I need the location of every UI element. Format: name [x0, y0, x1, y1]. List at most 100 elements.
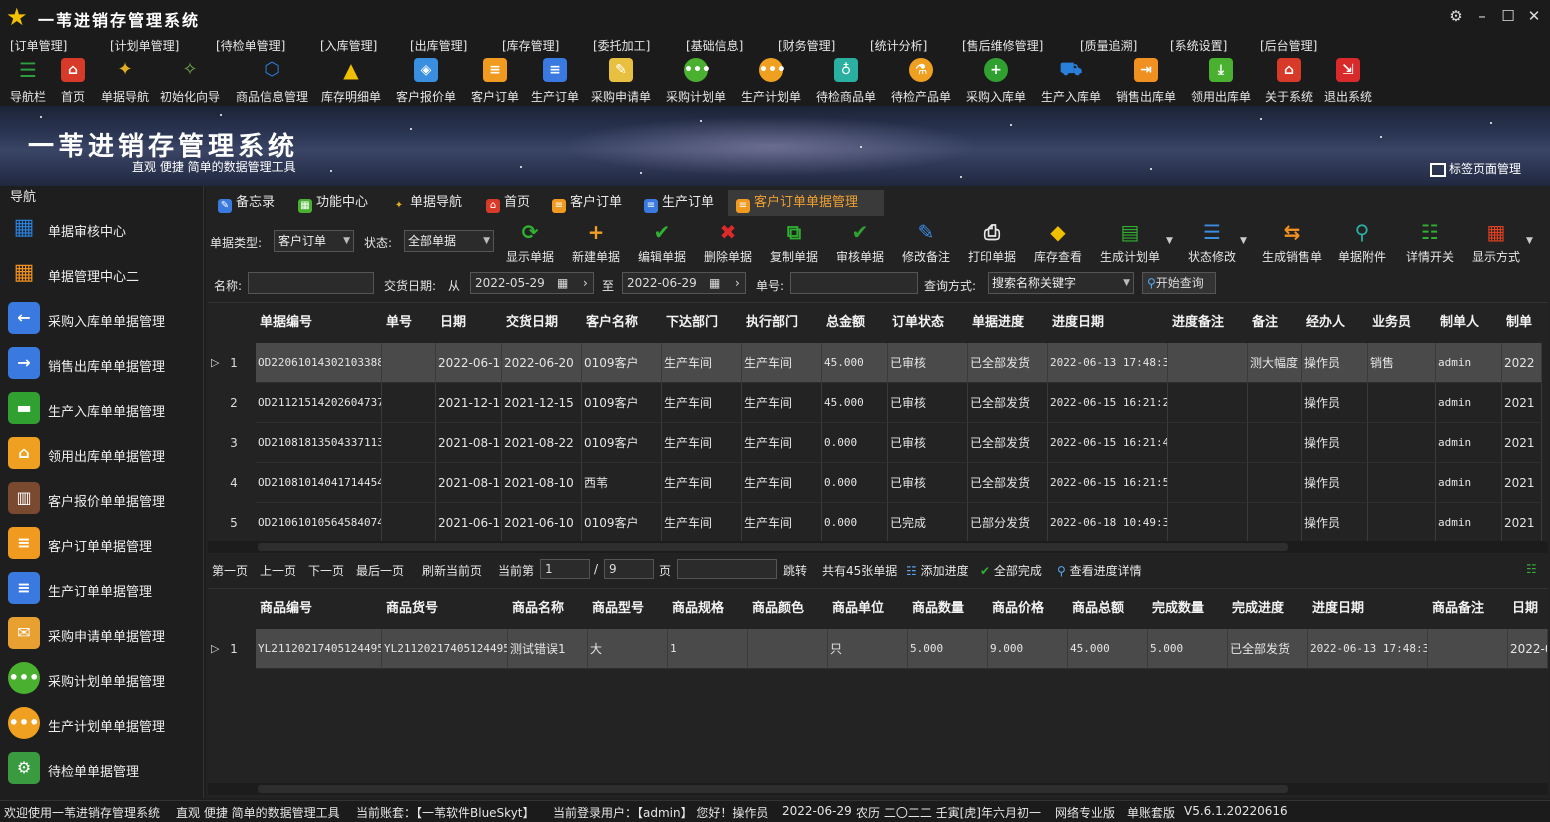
column-header[interactable]: 商品名称: [508, 589, 588, 629]
sidebar-item-sales-outbound[interactable]: → 销售出库单单据管理: [8, 343, 198, 383]
menu-finance[interactable]: [财务管理]: [778, 37, 835, 54]
sidebar-item-customer-quote[interactable]: ▥ 客户报价单单据管理: [8, 478, 198, 518]
column-header[interactable]: 业务员: [1368, 303, 1436, 343]
sidebar-item-production-inbound[interactable]: ▬ 生产入库单单据管理: [8, 388, 198, 428]
column-header[interactable]: 商品总额: [1068, 589, 1148, 629]
prev-page-link[interactable]: 上一页: [260, 562, 296, 579]
calendar-icon[interactable]: ▦: [709, 273, 720, 293]
tool-customer-quote[interactable]: ◈ 客户报价单: [393, 58, 459, 104]
tool-production-inbound[interactable]: ⛟ 生产入库单: [1038, 58, 1104, 104]
sidebar-item-production-plan[interactable]: ••• 生产计划单单据管理: [8, 703, 198, 743]
to-date-input[interactable]: 2022-06-29 ▦ ›: [622, 272, 746, 294]
edit-note-button[interactable]: ✎ 修改备注: [900, 218, 952, 264]
menu-basic[interactable]: [基础信息]: [686, 37, 743, 54]
tool-purchase-inbound[interactable]: + 采购入库单: [963, 58, 1029, 104]
sidebar-item-purchase-plan[interactable]: ••• 采购计划单单据管理: [8, 658, 198, 698]
doc-type-select[interactable]: 客户订单 ▼: [274, 230, 354, 252]
chevron-right-icon[interactable]: ›: [583, 273, 588, 293]
close-icon[interactable]: ✕: [1522, 5, 1546, 27]
tool-production-plan[interactable]: ••• 生产计划单: [738, 58, 804, 104]
number-input[interactable]: [790, 272, 918, 294]
tab-manager-button[interactable]: 标签页面管理: [1430, 160, 1521, 177]
tool-sales-outbound[interactable]: ⇥ 销售出库单: [1113, 58, 1179, 104]
orders-hscrollbar-thumb[interactable]: [258, 543, 1288, 551]
orders-hscrollbar[interactable]: [208, 541, 1548, 553]
first-page-link[interactable]: 第一页: [212, 562, 248, 579]
sidebar-item-doc-center-2[interactable]: ▦ 单据管理中心二: [8, 253, 198, 293]
calendar-icon[interactable]: ▦: [557, 273, 568, 293]
tool-doc-nav[interactable]: ✦ 单据导航: [98, 58, 152, 104]
column-header[interactable]: 日期: [1508, 589, 1548, 629]
column-header[interactable]: 商品备注: [1428, 589, 1508, 629]
tool-pending-products[interactable]: ⚗ 待检产品单: [888, 58, 954, 104]
menu-stock[interactable]: [库存管理]: [502, 37, 559, 54]
print-doc-button[interactable]: ⎙ 打印单据: [966, 218, 1018, 264]
show-docs-button[interactable]: ⟳ 显示单据: [504, 218, 556, 264]
display-mode-button[interactable]: ▦ 显示方式: [1468, 218, 1524, 264]
tool-usage-outbound[interactable]: ⤓ 领用出库单: [1188, 58, 1254, 104]
items-hscrollbar[interactable]: [208, 783, 1548, 795]
column-header[interactable]: 交货日期: [502, 303, 582, 343]
column-header[interactable]: 进度日期: [1048, 303, 1168, 343]
tab-doc-nav[interactable]: ✦ 单据导航: [392, 190, 462, 216]
tool-product-info[interactable]: ⬡ 商品信息管理: [232, 58, 312, 104]
view-progress-button[interactable]: ⚲ 查看进度详情: [1057, 562, 1142, 579]
current-page-input[interactable]: 1: [540, 559, 590, 579]
column-header[interactable]: 完成数量: [1148, 589, 1228, 629]
sidebar-item-customer-order[interactable]: ≡ 客户订单单据管理: [8, 523, 198, 563]
generate-plan-dropdown-icon[interactable]: ▼: [1166, 236, 1173, 246]
status-select[interactable]: 全部单据 ▼: [404, 230, 494, 252]
column-header[interactable]: 商品单位: [828, 589, 908, 629]
menu-inbound[interactable]: [入库管理]: [320, 37, 377, 54]
menu-outsource[interactable]: [委托加工]: [593, 37, 650, 54]
column-header[interactable]: 商品规格: [668, 589, 748, 629]
tool-exit[interactable]: ⇲ 退出系统: [1320, 58, 1376, 104]
menu-order[interactable]: [订单管理]: [10, 37, 67, 54]
next-page-link[interactable]: 下一页: [308, 562, 344, 579]
column-header[interactable]: 客户名称: [582, 303, 662, 343]
column-header[interactable]: 商品货号: [382, 589, 508, 629]
column-settings-icon[interactable]: ☷: [1526, 562, 1537, 576]
column-header[interactable]: 下达部门: [662, 303, 742, 343]
items-grid[interactable]: 商品编号 商品货号 商品名称 商品型号 商品规格 商品颜色 商品单位 商品数量 商品价格 商品总额…: [208, 588, 1548, 798]
last-page-link[interactable]: 最后一页: [356, 562, 404, 579]
status-change-button[interactable]: ☰ 状态修改: [1184, 218, 1240, 264]
generate-plan-button[interactable]: ▤ 生成计划单: [1098, 218, 1162, 264]
status-change-dropdown-icon[interactable]: ▼: [1240, 236, 1247, 246]
tab-memo[interactable]: ✎ 备忘录: [218, 190, 275, 216]
column-header[interactable]: 总金额: [822, 303, 888, 343]
column-header[interactable]: 单据进度: [968, 303, 1048, 343]
orders-grid[interactable]: 单据编号 单号 日期 交货日期 客户名称 下达部门 执行部门 总金额 订单状态 单据进度 进度日期进…: [208, 302, 1548, 554]
menu-inspect[interactable]: [待检单管理]: [216, 37, 285, 54]
maximize-icon[interactable]: ☐: [1496, 5, 1520, 27]
new-doc-button[interactable]: + 新建单据: [570, 218, 622, 264]
column-header[interactable]: 经办人: [1302, 303, 1368, 343]
column-header[interactable]: 执行部门: [742, 303, 822, 343]
all-done-button[interactable]: ✔ 全部完成: [980, 562, 1042, 579]
menu-trace[interactable]: [质量追溯]: [1080, 37, 1137, 54]
jump-page-input[interactable]: [677, 559, 777, 579]
column-header[interactable]: 订单状态: [888, 303, 968, 343]
tab-home[interactable]: ⌂ 首页: [486, 190, 530, 216]
menu-service[interactable]: [售后维修管理]: [962, 37, 1043, 54]
tool-about[interactable]: ⌂ 关于系统: [1262, 58, 1316, 104]
sidebar-item-audit-center[interactable]: ▦ 单据审核中心: [8, 208, 198, 248]
display-mode-dropdown-icon[interactable]: ▼: [1526, 236, 1533, 246]
tool-home[interactable]: ⌂ 首页: [58, 58, 88, 104]
generate-sales-button[interactable]: ⇆ 生成销售单: [1260, 218, 1324, 264]
copy-doc-button[interactable]: ⧉ 复制单据: [768, 218, 820, 264]
detail-toggle-button[interactable]: ☷ 详情开关: [1402, 218, 1458, 264]
tab-customer-order[interactable]: ≡ 客户订单: [552, 190, 622, 216]
doc-attachment-button[interactable]: ⚲ 单据附件: [1334, 218, 1390, 264]
query-mode-select[interactable]: 搜索名称关键字 ▼: [988, 272, 1134, 294]
column-header[interactable]: 制单: [1502, 303, 1542, 343]
search-button[interactable]: ⚲开始查询: [1142, 272, 1216, 294]
settings-gear-icon[interactable]: ⚙: [1444, 5, 1468, 27]
name-input[interactable]: [248, 272, 374, 294]
column-header[interactable]: 备注: [1248, 303, 1302, 343]
column-header[interactable]: 商品数量: [908, 589, 988, 629]
from-date-input[interactable]: 2022-05-29 ▦ ›: [470, 272, 594, 294]
tab-function-center[interactable]: ▦ 功能中心: [298, 190, 368, 216]
column-header[interactable]: 商品型号: [588, 589, 668, 629]
sidebar-item-purchase-inbound[interactable]: ← 采购入库单单据管理: [8, 298, 198, 338]
